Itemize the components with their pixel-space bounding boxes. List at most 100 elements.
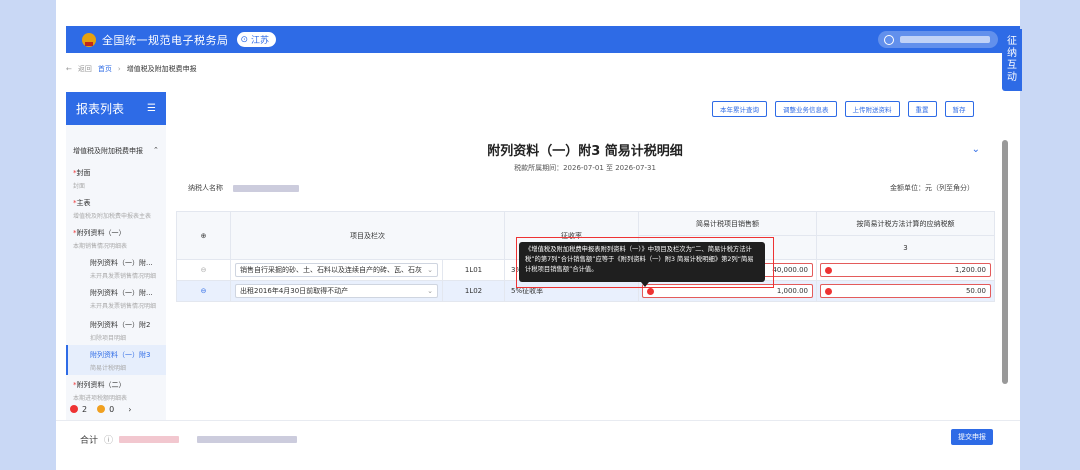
upload-attachments-button[interactable]: 上传附送资料	[844, 101, 900, 117]
sidebar-item-attach1-sub3[interactable]: 附列资料（一）附2 扣除项目明细	[90, 320, 150, 342]
chevron-down-icon[interactable]: ⌄	[972, 144, 980, 155]
tax-emblem-icon	[82, 32, 96, 47]
tooltip-arrow	[641, 282, 649, 287]
sidebar-item-label: 附列资料（一）附...	[90, 289, 153, 297]
sidebar-item-attach1[interactable]: *附列资料（一） 本期销售情况明细表	[73, 228, 127, 250]
validation-tooltip: 《增值税及附加税费申报表附列资料（一）》中项目及栏次为“二、简易计税方法计税”的…	[519, 242, 765, 282]
sidebar-item-label: 附列资料（二）	[76, 381, 126, 389]
error-icon	[647, 287, 654, 295]
menu-icon[interactable]: ☰	[147, 103, 156, 114]
breadcrumb: ← 返回 首页 › 增值税及附加税费申报	[66, 64, 197, 74]
sidebar-item-label: 附列资料（一）附2	[90, 321, 151, 329]
total-redacted	[119, 436, 180, 443]
location-pin-icon: ⊙	[240, 34, 249, 45]
user-icon	[884, 34, 894, 45]
line-number: 1L02	[442, 280, 505, 302]
item-select-value: 出租2016年4月30日前取得不动产	[240, 287, 349, 295]
submit-button[interactable]: 提交申报	[951, 429, 993, 445]
error-count[interactable]: 2	[82, 405, 87, 414]
sales-value: 1,000.00	[776, 287, 808, 295]
sidebar-footer: 2 0 ›	[66, 399, 166, 419]
chevron-down-icon: ⌄	[427, 287, 433, 295]
chevron-up-icon: ⌃	[153, 146, 159, 154]
total-summary: 合计 ⓘ	[80, 433, 298, 446]
sidebar-title: 报表列表	[76, 102, 125, 116]
user-name-redacted	[900, 36, 990, 43]
sidebar-item-attach1-sub2[interactable]: 附列资料（一）附... 未开具发票销售情况明细	[90, 288, 156, 310]
report-title: 附列资料（一）附3 简易计税明细	[487, 144, 683, 159]
total-label: 合计	[80, 436, 99, 446]
reset-button[interactable]: 重置	[907, 101, 937, 117]
item-select[interactable]: 出租2016年4月30日前取得不动产 ⌄	[235, 284, 438, 298]
chevron-down-icon: ⌄	[427, 266, 433, 274]
breadcrumb-separator-icon: ›	[117, 65, 121, 73]
sidebar-group[interactable]: 增值税及附加税费申报 ⌃	[73, 146, 159, 156]
taxpayer-name: 纳税人名称	[188, 183, 299, 193]
taxpayer-name-redacted	[233, 184, 299, 192]
sidebar-item-cover[interactable]: *封面 封面	[73, 168, 91, 190]
app-title: 全国统一规范电子税务局	[102, 33, 229, 47]
sidebar-item-attach1-sub4[interactable]: 附列资料（一）附3 简易计税明细	[90, 350, 150, 372]
chevron-right-icon[interactable]: ›	[128, 405, 131, 414]
info-icon[interactable]: ⓘ	[104, 433, 113, 446]
sidebar-item-label: 附列资料（一）附3	[90, 351, 151, 359]
sidebar-item-label: 封面	[76, 169, 91, 177]
vertical-scrollbar[interactable]	[1002, 140, 1008, 384]
item-select-value: 销售自行采掘的砂、土、石料以及连续自产的砖、瓦、石灰	[240, 266, 422, 274]
remove-row-icon[interactable]: ⊖	[176, 259, 231, 281]
tax-value: 50.00	[965, 287, 986, 295]
toolbar: 本年累计查询 调整业务信息表 上传附送资料 重置 暂存	[712, 101, 974, 117]
sidebar-item-label: 附列资料（一）	[76, 229, 126, 237]
breadcrumb-home[interactable]: 首页	[98, 64, 112, 74]
back-arrow-icon[interactable]: ←	[66, 65, 72, 73]
col-header-item: 项目及栏次	[230, 211, 505, 260]
sidebar-item-main[interactable]: *主表 增值税及附加税费申报表主表	[73, 198, 151, 220]
breadcrumb-current: 增值税及附加税费申报	[126, 65, 197, 73]
side-tab-char: 互	[1007, 60, 1017, 71]
tax-input[interactable]: 1,200.00	[820, 263, 991, 277]
side-tab-char: 征	[1007, 36, 1017, 47]
sidebar-item-sub: 本期销售情况明细表	[73, 243, 128, 250]
user-menu[interactable]	[878, 31, 998, 48]
bottom-bar: 合计 ⓘ 提交申报	[56, 420, 1020, 458]
sidebar-item-sub: 简易计税明细	[90, 365, 127, 372]
sidebar-item-sub: 增值税及附加税费申报表主表	[73, 213, 152, 220]
location-label: 江苏	[251, 36, 270, 46]
tax-cell: 1,200.00	[816, 259, 995, 281]
col-number-tax: 3	[816, 235, 995, 260]
tax-input[interactable]: 50.00	[820, 284, 991, 298]
item-cell: 销售自行采掘的砂、土、石料以及连续自产的砖、瓦、石灰 ⌄	[230, 259, 443, 281]
sidebar-item-sub: 封面	[73, 183, 86, 190]
warning-count[interactable]: 0	[109, 405, 114, 414]
tax-cell: 50.00	[816, 280, 995, 302]
sidebar-group-label: 增值税及附加税费申报	[73, 147, 143, 155]
save-draft-button[interactable]: 暂存	[944, 101, 974, 117]
annual-query-button[interactable]: 本年累计查询	[712, 101, 767, 117]
sales-value: 40,000.00	[772, 266, 808, 274]
add-row-icon[interactable]: ⊕	[176, 211, 231, 260]
sidebar-item-sub: 未开具发票销售情况明细	[90, 273, 157, 280]
tax-period: 税款所属期间：2026-07-01 至 2026-07-31	[514, 164, 656, 172]
location-selector[interactable]: ⊙ 江苏	[236, 32, 277, 47]
sidebar-item-label: 附列资料（一）附...	[90, 259, 153, 267]
error-icon	[825, 287, 832, 295]
line-number: 1L01	[442, 259, 505, 281]
item-select[interactable]: 销售自行采掘的砂、土、石料以及连续自产的砖、瓦、石灰 ⌄	[235, 263, 438, 277]
sidebar-header: 报表列表 ☰	[66, 92, 166, 125]
side-tab-char: 动	[1007, 72, 1017, 83]
error-icon	[70, 405, 78, 413]
side-tab-char: 纳	[1007, 48, 1017, 59]
sidebar-item-sub: 未开具发票销售情况明细	[90, 303, 157, 310]
taxpayer-label: 纳税人名称	[188, 184, 223, 192]
adjust-business-info-button[interactable]: 调整业务信息表	[775, 101, 837, 117]
sidebar-item-attach1-sub1[interactable]: 附列资料（一）附... 未开具发票销售情况明细	[90, 258, 156, 280]
amount-unit: 金额单位：元（列至角分）	[890, 184, 974, 192]
col-header-sales: 简易计税项目销售额	[638, 211, 817, 236]
sidebar-item-label: 主表	[76, 199, 91, 207]
sidebar-item-sub: 扣除项目明细	[90, 335, 127, 342]
interaction-side-tab[interactable]: 征 纳 互 动	[1002, 29, 1022, 91]
remove-row-icon[interactable]: ⊖	[176, 280, 231, 302]
item-cell: 出租2016年4月30日前取得不动产 ⌄	[230, 280, 443, 302]
total-redacted	[197, 436, 298, 443]
back-link[interactable]: 返回	[78, 64, 92, 74]
